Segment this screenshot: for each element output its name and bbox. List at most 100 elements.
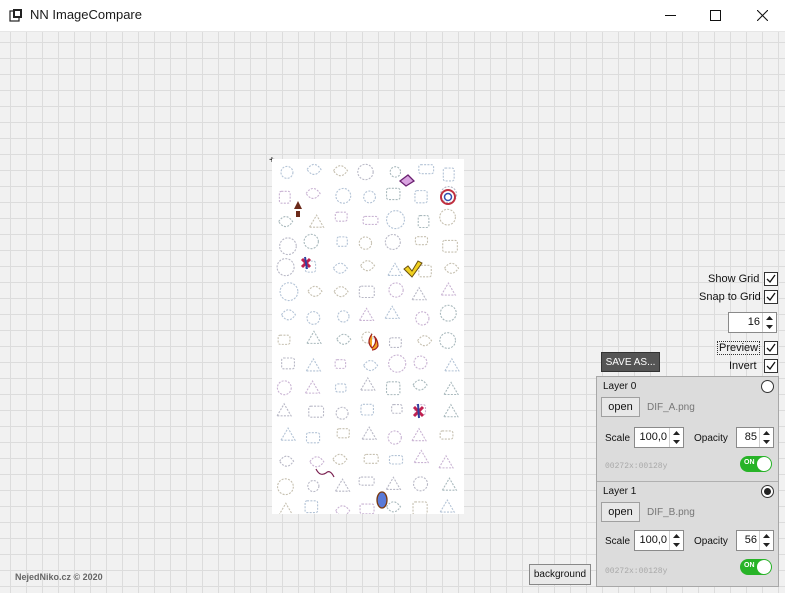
doodle-shape [444, 262, 460, 274]
doodle-shape [358, 307, 375, 321]
doodle-shape [276, 380, 292, 396]
layer-0-radio[interactable] [761, 380, 774, 393]
doodle-shape [334, 383, 347, 393]
layer-0-coords: 00272x:00128y [605, 462, 668, 471]
doodle-shape [439, 430, 454, 440]
doodle-shape [439, 498, 456, 513]
doodle-shape [388, 337, 402, 348]
doodle-shape [412, 501, 428, 514]
doodle-shape [332, 453, 348, 465]
doodle-shape [335, 505, 351, 514]
doodle-shape [414, 190, 428, 204]
close-icon [756, 10, 768, 21]
doodle-shape [305, 357, 322, 372]
doodle-shape [415, 311, 430, 326]
doodle-shape [360, 260, 376, 272]
doodle-shape [334, 478, 351, 492]
doodle-shape [279, 282, 299, 302]
arrow-down-icon [766, 324, 773, 329]
doodle-shape [389, 166, 402, 178]
doodle-shape [359, 376, 376, 391]
doodle-shape [413, 449, 430, 464]
layer-1-scale-stepper[interactable]: 100,0 [634, 530, 684, 551]
decrement-button[interactable] [763, 322, 776, 331]
toggle-knob [757, 560, 771, 574]
close-button[interactable] [739, 0, 785, 31]
footer-credit: NejedNiko.cz © 2020 [15, 572, 103, 582]
doodle-shape [305, 187, 321, 200]
layer-0-filename: DIF_A.png [647, 402, 695, 413]
doodle-shape [363, 453, 379, 464]
increment-button[interactable] [763, 313, 776, 322]
doodle-shape [276, 258, 295, 277]
layers-panel: Layer 0 open DIF_A.png Scale 100,0 Opaci… [596, 376, 779, 587]
doodle-shape [439, 304, 457, 322]
doodle-shape [307, 479, 320, 493]
layer-0-visibility-toggle[interactable]: ON [740, 456, 772, 472]
show-grid-label: Show Grid [708, 273, 760, 285]
snap-to-grid-checkbox[interactable] [764, 290, 778, 304]
layer-1-scale-label: Scale [605, 536, 631, 547]
doodle-shape [333, 165, 349, 177]
doodle-shape [278, 216, 294, 228]
doodle-shape [332, 262, 348, 274]
decrement-button[interactable] [760, 437, 773, 446]
toggle-knob [757, 457, 771, 471]
layer-0-scale-stepper[interactable]: 100,0 [634, 427, 684, 448]
decrement-button[interactable] [760, 540, 773, 549]
doodle-shape [358, 476, 375, 486]
doodle-shape [440, 282, 457, 296]
save-as-button[interactable]: SAVE AS... [601, 352, 660, 372]
doodle-shape [363, 359, 379, 372]
arrow-up-icon [673, 430, 680, 435]
grid-size-value: 16 [747, 316, 760, 328]
maximize-button[interactable] [692, 0, 738, 31]
doodle-shape [335, 187, 352, 204]
doodle-pattern [276, 163, 460, 514]
doodle-shape [333, 286, 349, 298]
doodle-shape [304, 500, 319, 514]
layer-1-opacity-stepper[interactable]: 56 [736, 530, 774, 551]
increment-button[interactable] [670, 428, 683, 437]
layer-1-open-button[interactable]: open [601, 502, 640, 522]
arrow-up-icon [766, 315, 773, 320]
maximize-icon [709, 10, 721, 21]
grid-size-stepper[interactable]: 16 [728, 312, 777, 333]
arrow-up-icon [673, 533, 680, 538]
layer-1-filename: DIF_B.png [647, 507, 695, 518]
doodle-shape [336, 236, 348, 247]
minimize-button[interactable] [647, 0, 693, 31]
increment-button[interactable] [670, 531, 683, 540]
doodle-shape [413, 355, 428, 370]
app-icon [9, 9, 22, 22]
checkmark-icon [766, 274, 776, 284]
doodle-shape [442, 239, 458, 253]
doodle-shape [362, 215, 379, 226]
doodle-shape [337, 310, 350, 323]
decrement-button[interactable] [670, 437, 683, 446]
decrement-button[interactable] [670, 540, 683, 549]
doodle-shape [360, 403, 374, 416]
doodle-shape [439, 332, 457, 349]
layer-0-open-button[interactable]: open [601, 397, 640, 417]
layer-1-radio[interactable] [761, 485, 774, 498]
increment-button[interactable] [760, 428, 773, 437]
layer-1-visibility-toggle[interactable]: ON [740, 559, 772, 575]
increment-button[interactable] [760, 531, 773, 540]
doodle-shape [438, 454, 454, 469]
background-button[interactable]: background [529, 564, 591, 585]
difference-image[interactable] [272, 159, 464, 514]
doodle-shape [386, 501, 402, 513]
layer-0-opacity-stepper[interactable]: 85 [736, 427, 774, 448]
layer-1-title: Layer 1 [603, 486, 637, 497]
doodle-shape [308, 405, 325, 418]
doodle-shape [279, 237, 297, 256]
preview-checkbox[interactable] [764, 341, 778, 355]
doodle-shape [443, 357, 460, 372]
doodle-shape [305, 432, 321, 444]
arrow-down-icon [673, 542, 680, 547]
doodle-shape [443, 381, 460, 396]
show-grid-checkbox[interactable] [764, 272, 778, 286]
doodle-shape [335, 406, 349, 420]
invert-checkbox[interactable] [764, 359, 778, 373]
